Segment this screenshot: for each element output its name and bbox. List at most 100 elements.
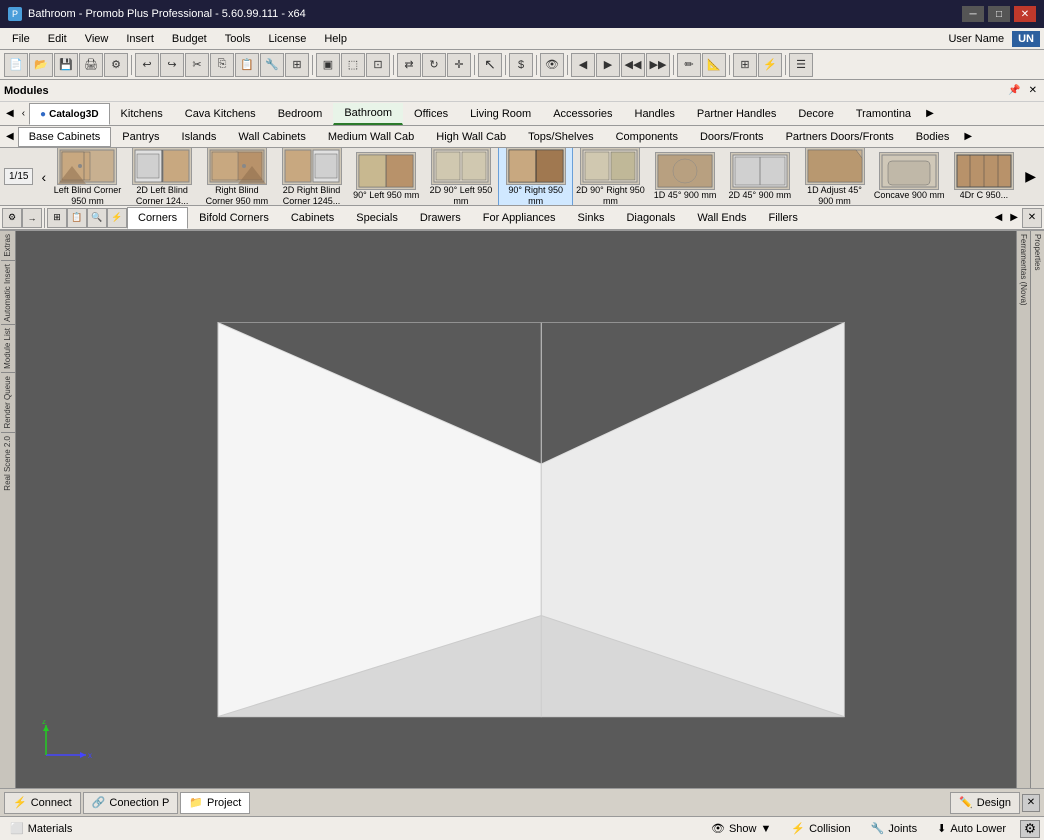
save-button[interactable]: 💾 — [54, 53, 78, 77]
open-button[interactable]: 📂 — [29, 53, 53, 77]
menu-help[interactable]: Help — [316, 31, 355, 47]
cabinet-item-10[interactable]: 2D 45° 900 mm — [722, 150, 797, 203]
cabinet-item-13[interactable]: 4Dr C 950... — [947, 150, 1022, 203]
tb-ruler[interactable]: 📐 — [702, 53, 726, 77]
properties-label[interactable]: Properties — [1032, 231, 1043, 273]
cabinet-item-1[interactable]: Left Blind Corner 950 mm — [50, 148, 125, 206]
tab-cava[interactable]: Cava Kitchens — [174, 103, 267, 125]
cabinet-item-6[interactable]: 2D 90° Left 950 mm — [424, 148, 499, 206]
real-scene-label[interactable]: Real Scene 2.0 — [2, 433, 13, 494]
tb-nav3[interactable]: ◀◀ — [621, 53, 645, 77]
viewport-3d[interactable]: x z — [16, 231, 1016, 788]
subtab-high-wall[interactable]: High Wall Cab — [425, 127, 517, 147]
tb-view3[interactable]: ⊡ — [366, 53, 390, 77]
paste-button[interactable]: 📋 — [235, 53, 259, 77]
subtab-wall[interactable]: Wall Cabinets — [227, 127, 316, 147]
subtab-bodies[interactable]: Bodies — [905, 127, 961, 147]
menu-insert[interactable]: Insert — [118, 31, 162, 47]
tb-grid[interactable]: ⊞ — [733, 53, 757, 77]
subtab-doors[interactable]: Doors/Fronts — [689, 127, 775, 147]
filter-icon2[interactable]: → — [22, 208, 42, 228]
menu-view[interactable]: View — [77, 31, 117, 47]
maximize-button[interactable]: □ — [988, 6, 1010, 22]
tb-nav4[interactable]: ▶▶ — [646, 53, 670, 77]
filter-prev-arrow[interactable]: ◀ — [991, 210, 1007, 225]
tb-select[interactable]: ⊞ — [285, 53, 309, 77]
tab-prev-arrow[interactable]: ◀ — [2, 106, 18, 121]
filter-corners[interactable]: Corners — [127, 207, 188, 229]
auto-lower-button[interactable]: ⬇ Auto Lower — [931, 820, 1012, 837]
pin-button[interactable]: 📌 — [1005, 84, 1023, 97]
tab-design[interactable]: ✏️ Design — [950, 792, 1020, 814]
tab-partner-handles[interactable]: Partner Handles — [686, 103, 788, 125]
subtab-base[interactable]: Base Cabinets — [18, 127, 112, 147]
joints-button[interactable]: 🔧 Joints — [865, 820, 923, 837]
tab-handles[interactable]: Handles — [624, 103, 686, 125]
delete-button[interactable]: 🔧 — [260, 53, 284, 77]
cabinets-scroll-left[interactable]: ‹ — [37, 167, 50, 187]
cabinet-item-3[interactable]: Right Blind Corner 950 mm — [200, 148, 275, 206]
design-close-btn[interactable]: ✕ — [1022, 794, 1040, 812]
subtab-prev-arrow[interactable]: ◀ — [2, 129, 18, 144]
undo-button[interactable]: ↩ — [135, 53, 159, 77]
tab-more-arrow[interactable]: ▶ — [922, 106, 938, 121]
tb-mirror[interactable]: ⇄ — [397, 53, 421, 77]
filter-appliances[interactable]: For Appliances — [472, 207, 567, 229]
menu-license[interactable]: License — [260, 31, 314, 47]
tab-prev2-arrow[interactable]: ‹ — [18, 106, 29, 121]
filter-fillers[interactable]: Fillers — [757, 207, 808, 229]
new-button[interactable]: 📄 — [4, 53, 28, 77]
materials-button[interactable]: ⬜ Materials — [4, 820, 78, 837]
tb-layers[interactable]: ☰ — [789, 53, 813, 77]
tab-accessories[interactable]: Accessories — [542, 103, 623, 125]
filter-bifold[interactable]: Bifold Corners — [188, 207, 280, 229]
extras-label[interactable]: Extras — [2, 231, 13, 260]
filter-drawers[interactable]: Drawers — [409, 207, 472, 229]
collision-button[interactable]: ⚡ Collision — [785, 820, 856, 837]
menu-edit[interactable]: Edit — [40, 31, 75, 47]
user-badge[interactable]: UN — [1012, 31, 1040, 47]
module-list-label[interactable]: Module List — [2, 325, 13, 372]
tools-nova-label[interactable]: Ferramentas (Nova) — [1018, 231, 1029, 309]
filter-next-arrow[interactable]: ▶ — [1006, 210, 1022, 225]
print-button[interactable]: 🖨 — [79, 53, 103, 77]
tab-project[interactable]: 📁 Project — [180, 792, 250, 814]
cabinet-item-5[interactable]: 90° Left 950 mm — [349, 150, 424, 203]
tab-connect[interactable]: ⚡ Connect — [4, 792, 81, 814]
tb-move[interactable]: ✛ — [447, 53, 471, 77]
cabinet-item-11[interactable]: 1D Adjust 45° 900 mm — [797, 148, 872, 206]
tab-tramontina[interactable]: Tramontina — [845, 103, 922, 125]
tb-pencil[interactable]: ✏ — [677, 53, 701, 77]
filter-icon3[interactable]: ⊞ — [47, 208, 67, 228]
redo-button[interactable]: ↪ — [160, 53, 184, 77]
render-queue-label[interactable]: Render Queue — [2, 373, 13, 431]
subtab-pantrys[interactable]: Pantrys — [111, 127, 170, 147]
subtab-components[interactable]: Components — [605, 127, 689, 147]
tab-kitchens[interactable]: Kitchens — [110, 103, 174, 125]
cabinet-item-9[interactable]: 1D 45° 900 mm — [648, 150, 723, 203]
copy-button[interactable]: ⎘ — [210, 53, 234, 77]
cabinet-item-4[interactable]: 2D Right Blind Corner 1245... — [274, 148, 349, 206]
show-button[interactable]: 👁 Show ▼ — [705, 820, 777, 837]
tb-plug[interactable]: ⚡ — [758, 53, 782, 77]
subtab-islands[interactable]: Islands — [171, 127, 228, 147]
filter-wall-ends[interactable]: Wall Ends — [686, 207, 757, 229]
tab-decore[interactable]: Decore — [787, 103, 844, 125]
cabinet-item-7[interactable]: 90° Right 950 mm — [498, 148, 573, 206]
tb-view2[interactable]: ⬚ — [341, 53, 365, 77]
cabinet-item-12[interactable]: Concave 900 mm — [872, 150, 947, 203]
cabinet-item-2[interactable]: 2D Left Blind Corner 124... — [125, 148, 200, 206]
auto-insert-label[interactable]: Automatic Insert — [2, 261, 13, 325]
cabinet-item-8[interactable]: 2D 90° Right 950 mm — [573, 148, 648, 206]
minimize-button[interactable]: ─ — [962, 6, 984, 22]
tab-catalog3d[interactable]: ● Catalog3D — [29, 103, 110, 125]
filter-icon5[interactable]: 🔍 — [87, 208, 107, 228]
close-modules-button[interactable]: ✕ — [1026, 84, 1040, 97]
tb-select2[interactable]: ↖ — [478, 53, 502, 77]
filter-diagonals[interactable]: Diagonals — [615, 207, 686, 229]
tab-offices[interactable]: Offices — [403, 103, 459, 125]
filter-icon6[interactable]: ⚡ — [107, 208, 127, 228]
menu-file[interactable]: File — [4, 31, 38, 47]
filter-icon4[interactable]: 📋 — [67, 208, 87, 228]
cabinets-scroll-right[interactable]: ▶ — [1021, 166, 1040, 187]
